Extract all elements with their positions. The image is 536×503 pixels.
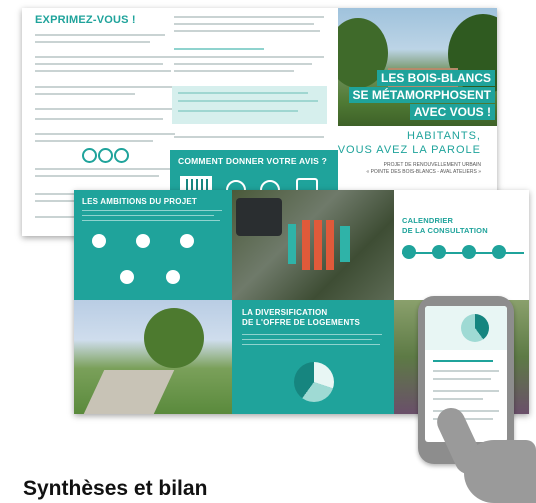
ambition-icon-2 bbox=[136, 234, 150, 248]
exprimez-heading: EXPRIMEZ-VOUS ! bbox=[35, 14, 136, 26]
timeline-step-2 bbox=[432, 245, 446, 259]
ambition-icon-5 bbox=[166, 270, 180, 284]
info-box bbox=[172, 86, 327, 124]
ambitions-panel: LES AMBITIONS DU PROJET bbox=[74, 190, 232, 300]
caption: Synthèses et bilan bbox=[23, 477, 208, 500]
timeline-step-1 bbox=[402, 245, 416, 259]
calendar-title-1: CALENDRIER bbox=[402, 216, 454, 225]
calendar-panel: CALENDRIER DE LA CONSULTATION bbox=[394, 190, 529, 300]
park-photo bbox=[74, 300, 232, 414]
subtitle-line-1: PROJET DE RENOUVELLEMENT URBAIN bbox=[383, 162, 481, 168]
hand-illustration bbox=[432, 400, 536, 503]
timeline-step-4 bbox=[492, 245, 506, 259]
calendar-title-2: DE LA CONSULTATION bbox=[402, 226, 488, 235]
screen-pie-graphic bbox=[461, 314, 489, 342]
ambitions-title: LES AMBITIONS DU PROJET bbox=[82, 197, 197, 206]
habitants-line-2: VOUS AVEZ LA PAROLE bbox=[337, 144, 481, 156]
ambition-icon-3 bbox=[180, 234, 194, 248]
hero-title-line-1: LES BOIS-BLANCS bbox=[376, 70, 495, 86]
hero-title-band: LES BOIS-BLANCS SE MÉTAMORPHOSENT AVEC V… bbox=[340, 70, 497, 122]
aerial-photo bbox=[232, 190, 394, 300]
diversification-title-1: LA DIVERSIFICATION bbox=[242, 308, 328, 317]
habitants-line-1: HABITANTS, bbox=[407, 130, 481, 142]
hero-title-line-3: AVEC VOUS ! bbox=[409, 104, 495, 120]
subtitle-line-2: « POINTE DES BOIS-BLANCS - AVAL ATELIERS… bbox=[366, 169, 481, 175]
diversification-panel: LA DIVERSIFICATION DE L'OFFRE DE LOGEMEN… bbox=[232, 300, 394, 414]
hero-title-line-2: SE MÉTAMORPHOSENT bbox=[348, 87, 495, 103]
rating-circles bbox=[82, 148, 130, 163]
cta-title: COMMENT DONNER VOTRE AVIS ? bbox=[178, 156, 327, 166]
pie-chart-graphic bbox=[294, 362, 334, 402]
ambition-icon-1 bbox=[92, 234, 106, 248]
diversification-title-2: DE L'OFFRE DE LOGEMENTS bbox=[242, 318, 361, 327]
ambition-icon-4 bbox=[120, 270, 134, 284]
timeline-step-3 bbox=[462, 245, 476, 259]
